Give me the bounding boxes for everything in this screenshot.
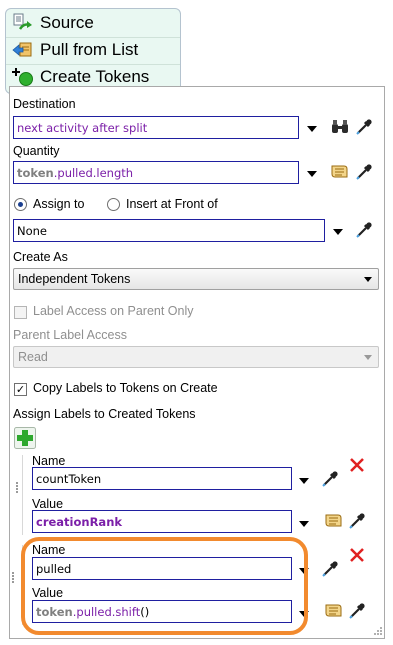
entry-value-label: Value xyxy=(32,586,64,600)
activity-label: Create Tokens xyxy=(40,67,150,86)
parent-label-access-label: Parent Label Access xyxy=(13,328,127,342)
label-access-label: Label Access on Parent Only xyxy=(33,304,194,318)
label-value-text: creationRank xyxy=(36,515,123,529)
eyedropper-icon[interactable] xyxy=(321,470,339,488)
create-tokens-icon xyxy=(12,67,34,87)
chevron-down-icon xyxy=(364,355,372,360)
add-label-button[interactable] xyxy=(14,427,36,449)
eyedropper-icon[interactable] xyxy=(355,163,373,181)
activity-list: Source Pull from List Create Tokens xyxy=(5,8,181,94)
insert-front-radio[interactable] xyxy=(107,198,120,211)
drag-handle-icon[interactable] xyxy=(16,481,22,495)
value-method: shift xyxy=(115,605,141,619)
script-scroll-icon[interactable] xyxy=(323,603,343,619)
copy-labels-label: Copy Labels to Tokens on Create xyxy=(33,381,218,395)
value-dropdown-icon[interactable] xyxy=(299,521,309,527)
value-member: .pulled. xyxy=(72,605,116,619)
label-access-checkbox[interactable] xyxy=(14,306,27,319)
activity-label: Source xyxy=(40,13,94,32)
divider xyxy=(22,545,23,625)
destination-field[interactable]: next activity after split xyxy=(13,116,299,139)
value-dropdown-icon[interactable] xyxy=(299,611,309,617)
quantity-member: .pulled. xyxy=(53,166,97,180)
name-dropdown-icon[interactable] xyxy=(299,478,309,484)
quantity-label: Quantity xyxy=(13,144,60,158)
quantity-property: length xyxy=(96,166,134,180)
assign-target-field[interactable]: None xyxy=(13,219,325,242)
script-scroll-icon[interactable] xyxy=(329,164,349,180)
activity-source[interactable]: Source xyxy=(6,11,180,35)
token-keyword: token xyxy=(36,605,73,619)
divider xyxy=(22,455,23,535)
destination-dropdown-icon[interactable] xyxy=(307,126,317,132)
eyedropper-icon[interactable] xyxy=(355,221,373,239)
assign-to-label: Assign to xyxy=(33,197,85,211)
eyedropper-icon[interactable] xyxy=(355,118,373,136)
destination-label: Destination xyxy=(13,97,76,111)
parent-label-access-value: Read xyxy=(18,350,48,364)
create-as-select[interactable]: Independent Tokens xyxy=(13,268,379,290)
resize-grip-icon[interactable] xyxy=(373,626,383,636)
name-dropdown-icon[interactable] xyxy=(299,568,309,574)
token-keyword: token xyxy=(17,166,54,180)
create-as-value: Independent Tokens xyxy=(18,272,131,286)
value-parens: () xyxy=(140,605,150,619)
label-name-field[interactable]: pulled xyxy=(32,557,292,580)
activity-label: Pull from List xyxy=(40,40,139,59)
assign-labels-label: Assign Labels to Created Tokens xyxy=(13,407,196,421)
activity-pull-from-list[interactable]: Pull from List xyxy=(6,38,180,62)
assign-dropdown-icon[interactable] xyxy=(333,229,343,235)
entry-name-label: Name xyxy=(32,454,66,468)
create-as-label: Create As xyxy=(13,250,68,264)
pull-from-list-icon xyxy=(12,40,34,60)
quantity-field[interactable]: token.pulled.length xyxy=(13,161,299,184)
parent-label-access-select[interactable]: Read xyxy=(13,346,379,368)
eyedropper-icon[interactable] xyxy=(348,512,366,530)
eyedropper-icon[interactable] xyxy=(348,602,366,620)
chevron-down-icon xyxy=(364,277,372,282)
source-icon xyxy=(12,13,34,33)
label-value-field[interactable]: token.pulled.shift() xyxy=(32,600,292,623)
entry-value-label: Value xyxy=(32,497,64,511)
quantity-dropdown-icon[interactable] xyxy=(307,171,317,177)
label-value-field[interactable]: creationRank xyxy=(32,510,292,533)
assign-to-radio[interactable] xyxy=(14,198,27,211)
label-name-field[interactable]: countToken xyxy=(32,467,292,490)
entry-name-label: Name xyxy=(32,543,66,557)
eyedropper-icon[interactable] xyxy=(321,560,339,578)
binoculars-icon[interactable] xyxy=(331,119,349,135)
delete-label-icon[interactable] xyxy=(349,457,365,473)
script-scroll-icon[interactable] xyxy=(323,513,343,529)
copy-labels-checkbox[interactable]: ✓ xyxy=(14,383,27,396)
insert-front-label: Insert at Front of xyxy=(126,197,218,211)
drag-handle-icon[interactable] xyxy=(12,571,18,585)
delete-label-icon[interactable] xyxy=(349,547,365,563)
